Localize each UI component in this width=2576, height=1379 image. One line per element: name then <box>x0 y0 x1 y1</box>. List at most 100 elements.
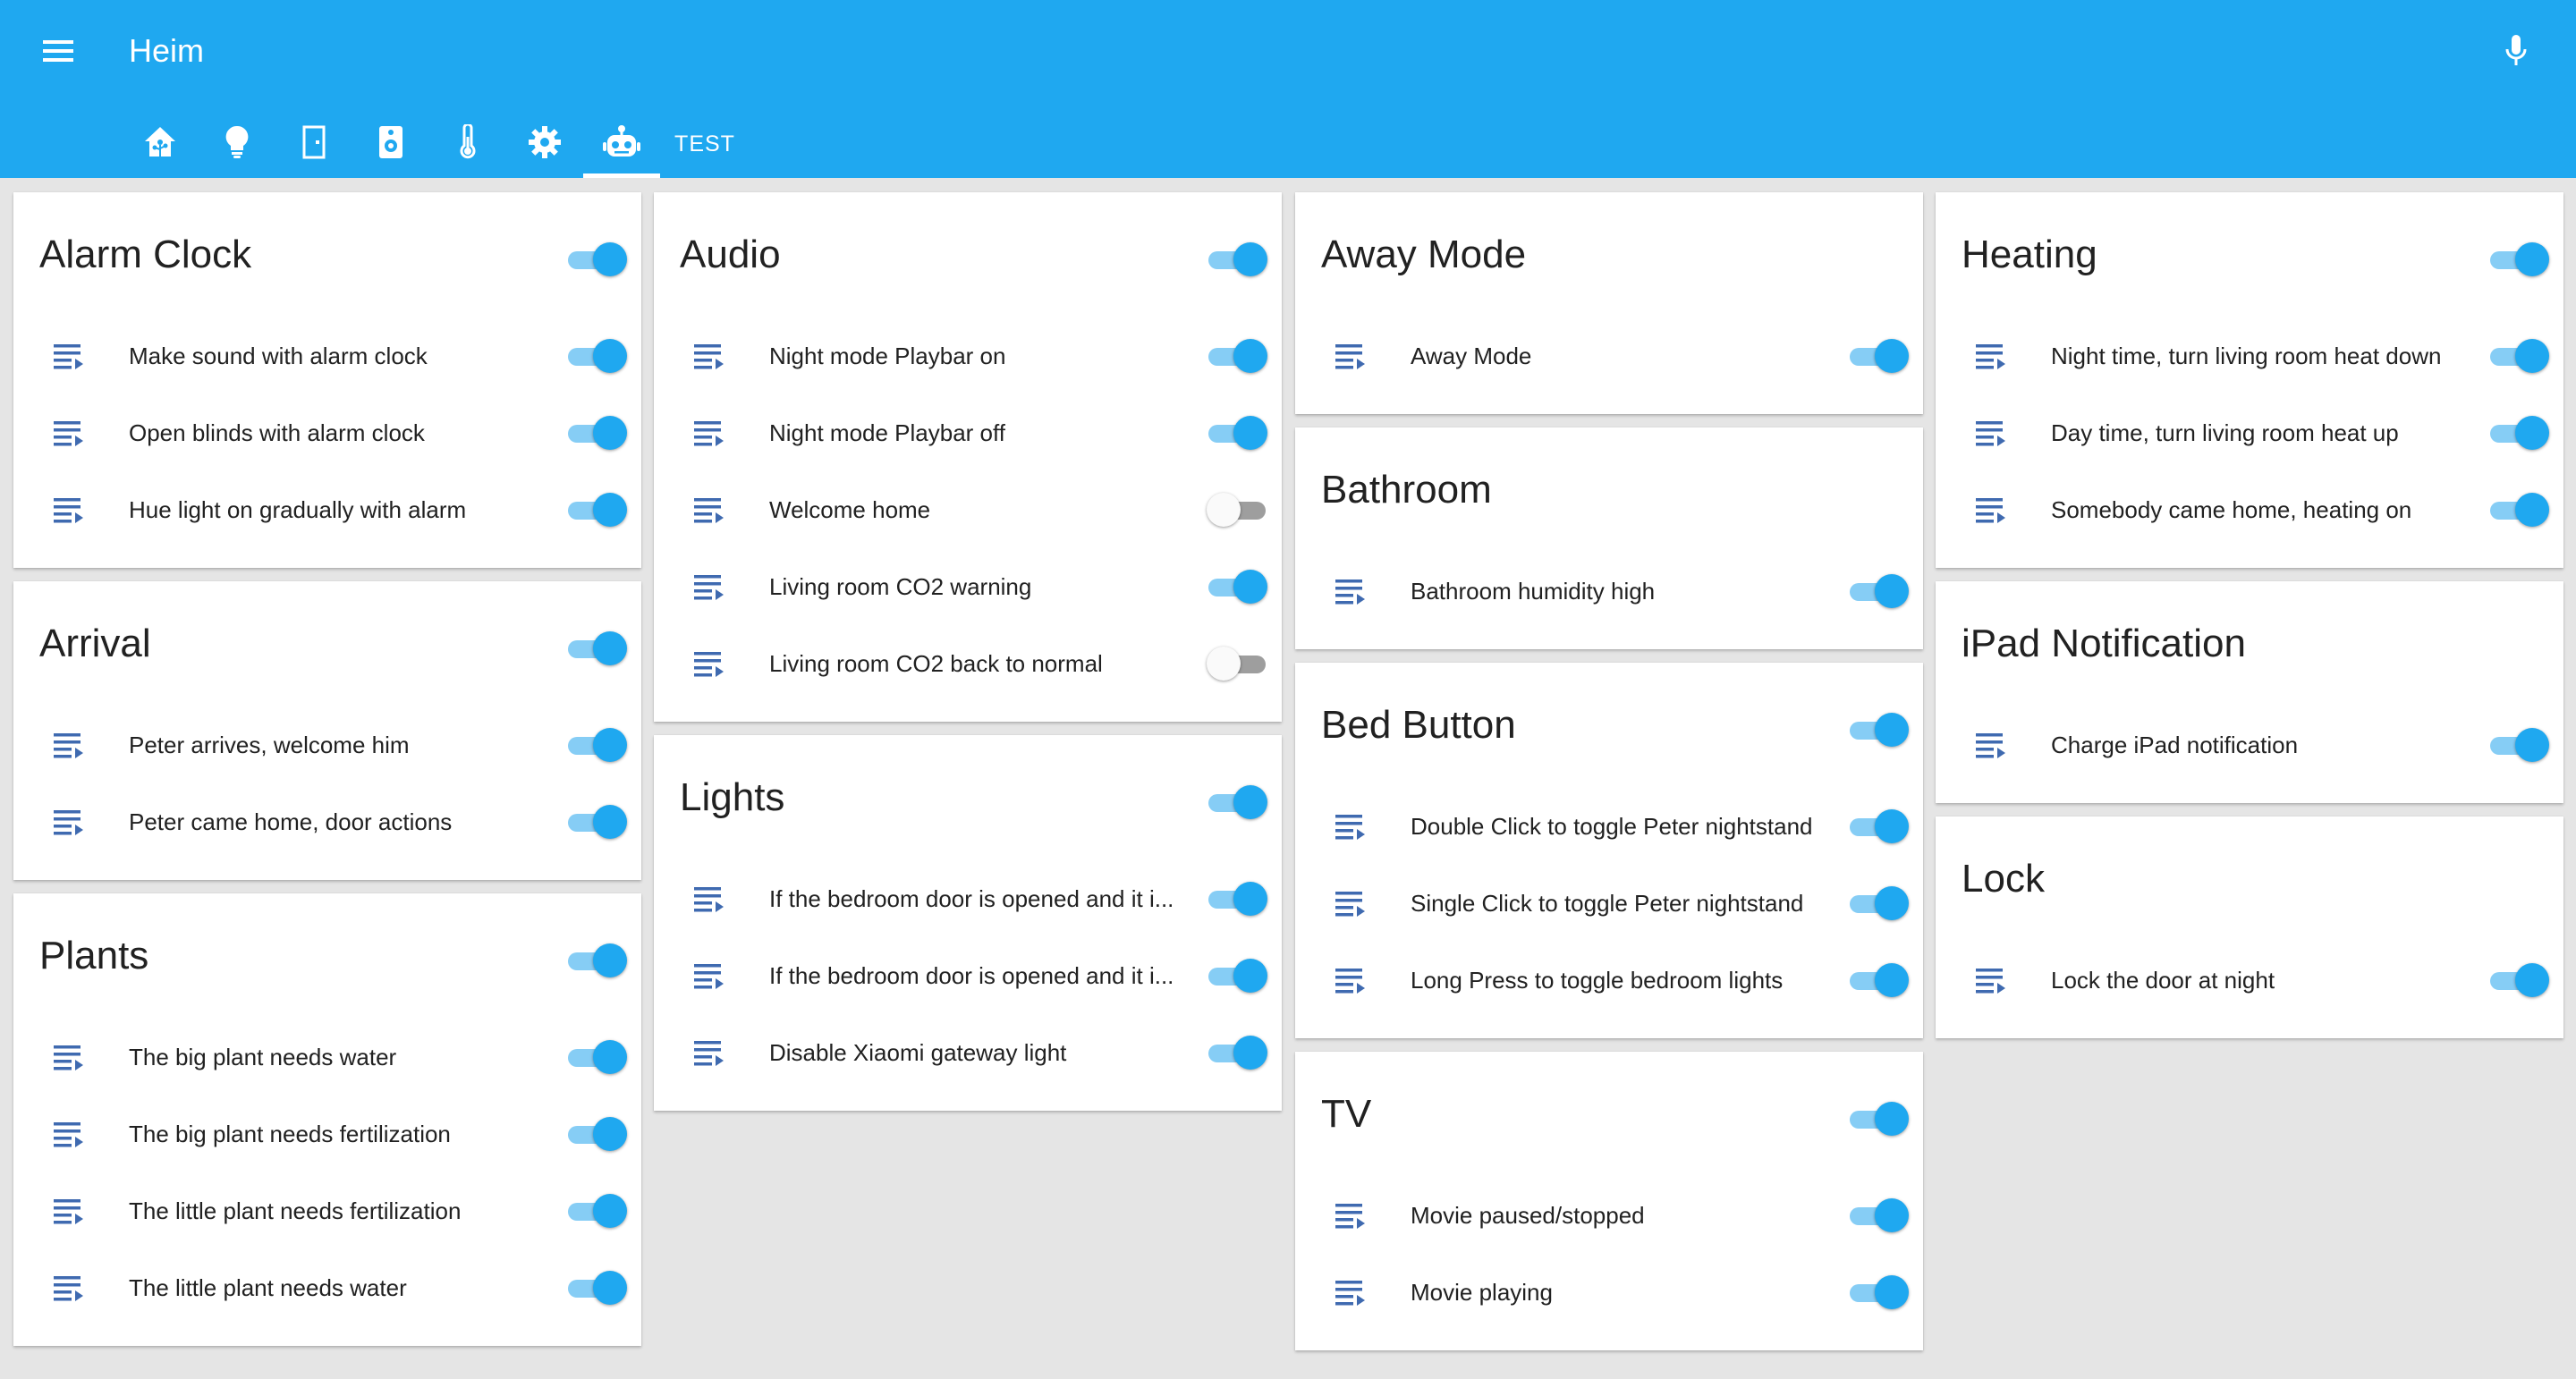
automation-row[interactable]: Night mode Playbar off <box>654 394 1282 471</box>
automation-toggle[interactable] <box>1848 572 1909 608</box>
automation-toggle[interactable] <box>566 337 627 373</box>
automation-toggle[interactable] <box>1848 961 1909 997</box>
automation-row[interactable]: Hue light on gradually with alarm <box>13 471 641 548</box>
automation-row[interactable]: Double Click to toggle Peter nightstand <box>1295 788 1923 865</box>
toggle-knob <box>1875 963 1909 997</box>
toggle-knob <box>593 943 627 977</box>
card-header: Bathroom <box>1295 427 1923 553</box>
tab-doors[interactable] <box>275 111 352 178</box>
automation-row[interactable]: Night mode Playbar on <box>654 317 1282 394</box>
tab-automations[interactable] <box>583 111 660 178</box>
automation-row[interactable]: Night time, turn living room heat down <box>1936 317 2563 394</box>
card-away-mode: Away Mode Away Mode <box>1295 192 1923 414</box>
automation-row[interactable]: Movie playing <box>1295 1254 1923 1331</box>
automation-row[interactable]: The little plant needs water <box>13 1249 641 1326</box>
automation-toggle[interactable] <box>2488 414 2549 450</box>
card-padding <box>1936 1019 2563 1038</box>
playlist-play-icon <box>53 730 87 760</box>
tab-climate[interactable] <box>429 111 506 178</box>
playlist-play-icon <box>1335 576 1368 606</box>
group-toggle-tv[interactable] <box>1848 1100 1909 1136</box>
automation-row[interactable]: Disable Xiaomi gateway light <box>654 1014 1282 1091</box>
view-tabs: TEST <box>122 111 750 178</box>
automation-toggle[interactable] <box>566 414 627 450</box>
tab-home[interactable] <box>122 111 199 178</box>
automation-row[interactable]: Lock the door at night <box>1936 942 2563 1019</box>
automation-label: Living room CO2 back to normal <box>769 650 1103 677</box>
playlist-play-icon <box>1975 730 2009 760</box>
automation-label: Movie paused/stopped <box>1411 1202 1645 1229</box>
automation-toggle[interactable] <box>566 1192 627 1228</box>
automation-toggle[interactable] <box>1207 491 1267 527</box>
tab-test[interactable]: TEST <box>660 111 750 178</box>
automation-toggle[interactable] <box>566 1115 627 1151</box>
automation-toggle[interactable] <box>1207 645 1267 681</box>
automation-row[interactable]: If the bedroom door is opened and it i..… <box>654 937 1282 1014</box>
automation-toggle[interactable] <box>1207 337 1267 373</box>
automation-toggle[interactable] <box>2488 337 2549 373</box>
tab-test-label: TEST <box>674 131 735 157</box>
automation-row[interactable]: Single Click to toggle Peter nightstand <box>1295 865 1923 942</box>
automation-toggle[interactable] <box>1207 568 1267 604</box>
toggle-knob <box>1233 416 1267 450</box>
automation-row[interactable]: Somebody came home, heating on <box>1936 471 2563 548</box>
group-toggle-heating[interactable] <box>2488 241 2549 276</box>
group-toggle-arrival[interactable] <box>566 630 627 665</box>
automation-label: Hue light on gradually with alarm <box>129 496 467 523</box>
toggle-knob <box>1875 809 1909 843</box>
tab-media[interactable] <box>352 111 429 178</box>
card-padding <box>13 860 641 880</box>
microphone-icon[interactable] <box>2496 30 2537 72</box>
group-toggle-lights[interactable] <box>1207 783 1267 819</box>
automation-row[interactable]: If the bedroom door is opened and it i..… <box>654 860 1282 937</box>
card-padding <box>1295 630 1923 649</box>
automation-row[interactable]: Open blinds with alarm clock <box>13 394 641 471</box>
automation-toggle[interactable] <box>566 726 627 762</box>
automation-toggle[interactable] <box>1848 1273 1909 1309</box>
automation-row[interactable]: Charge iPad notification <box>1936 706 2563 783</box>
automation-label: The big plant needs fertilization <box>129 1121 451 1147</box>
toggle-knob <box>1233 570 1267 604</box>
automation-row[interactable]: Living room CO2 warning <box>654 548 1282 625</box>
gear-icon <box>527 124 563 165</box>
automation-toggle[interactable] <box>1207 880 1267 916</box>
group-toggle-alarm-clock[interactable] <box>566 241 627 276</box>
automation-row[interactable]: The little plant needs fertilization <box>13 1172 641 1249</box>
group-toggle-audio[interactable] <box>1207 241 1267 276</box>
tab-lights[interactable] <box>199 111 275 178</box>
card-bathroom: Bathroom Bathroom humidity high <box>1295 427 1923 649</box>
playlist-play-icon <box>1975 418 2009 448</box>
automation-row[interactable]: Day time, turn living room heat up <box>1936 394 2563 471</box>
automation-row[interactable]: Make sound with alarm clock <box>13 317 641 394</box>
tab-settings[interactable] <box>506 111 583 178</box>
automation-toggle[interactable] <box>1207 1034 1267 1070</box>
automation-row[interactable]: Away Mode <box>1295 317 1923 394</box>
toggle-knob <box>2515 339 2549 373</box>
automation-row[interactable]: The big plant needs water <box>13 1019 641 1096</box>
playlist-play-icon <box>53 807 87 837</box>
automation-row[interactable]: The big plant needs fertilization <box>13 1096 641 1172</box>
automation-toggle[interactable] <box>1848 337 1909 373</box>
automation-toggle[interactable] <box>566 491 627 527</box>
automation-toggle[interactable] <box>1848 1197 1909 1232</box>
automation-row[interactable]: Peter came home, door actions <box>13 783 641 860</box>
automation-toggle[interactable] <box>566 803 627 839</box>
automation-row[interactable]: Long Press to toggle bedroom lights <box>1295 942 1923 1019</box>
group-toggle-plants[interactable] <box>566 942 627 977</box>
automation-row[interactable]: Movie paused/stopped <box>1295 1177 1923 1254</box>
automation-toggle[interactable] <box>566 1269 627 1305</box>
automation-toggle[interactable] <box>566 1038 627 1074</box>
automation-row[interactable]: Peter arrives, welcome him <box>13 706 641 783</box>
automation-toggle[interactable] <box>1848 884 1909 920</box>
automation-toggle[interactable] <box>2488 726 2549 762</box>
automation-toggle[interactable] <box>2488 491 2549 527</box>
automation-toggle[interactable] <box>1207 414 1267 450</box>
automation-toggle[interactable] <box>1207 957 1267 993</box>
automation-toggle[interactable] <box>2488 961 2549 997</box>
automation-toggle[interactable] <box>1848 808 1909 843</box>
automation-row[interactable]: Welcome home <box>654 471 1282 548</box>
automation-row[interactable]: Living room CO2 back to normal <box>654 625 1282 702</box>
automation-row[interactable]: Bathroom humidity high <box>1295 553 1923 630</box>
group-toggle-bed-button[interactable] <box>1848 711 1909 747</box>
menu-icon[interactable] <box>38 30 79 72</box>
